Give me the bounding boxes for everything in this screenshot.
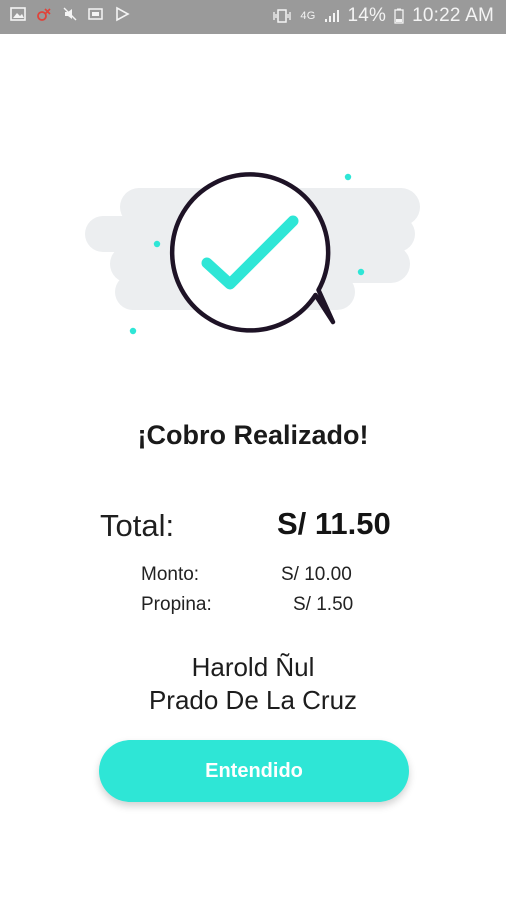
speech-bubble-outline [169,172,336,333]
sim-icon [88,8,103,20]
total-label: Total: [100,508,175,543]
signal-icon [325,10,340,22]
customer-name-line2: Prado De La Cruz [148,685,358,715]
tip-value: S/ 1.50 [293,594,354,615]
vibrate-icon [273,9,292,23]
mute-icon [63,7,77,21]
amount-label: Monto: [141,564,200,585]
battery-percent: 14% [347,5,387,26]
customer-name-line1: Harold Ñul [191,652,315,682]
network-type: 4G [300,10,316,22]
amount-value: S/ 10.00 [281,564,352,585]
alarm-icon [37,8,51,21]
system-icons: 4G 14% 10:22 AM [272,5,494,27]
status-bar: 4G 14% 10:22 AM [0,0,506,34]
check-speech-bubble-icon [85,172,420,335]
battery-icon [394,8,404,24]
image-icon [10,7,26,21]
tip-label: Propina: [141,594,212,615]
play-store-icon [116,6,130,22]
total-value: S/ 11.50 [277,506,391,541]
page-title: ¡Cobro Realizado! [137,420,369,450]
notification-icons [10,6,130,22]
entendido-button[interactable]: Entendido [99,740,409,802]
clock: 10:22 AM [412,5,494,26]
